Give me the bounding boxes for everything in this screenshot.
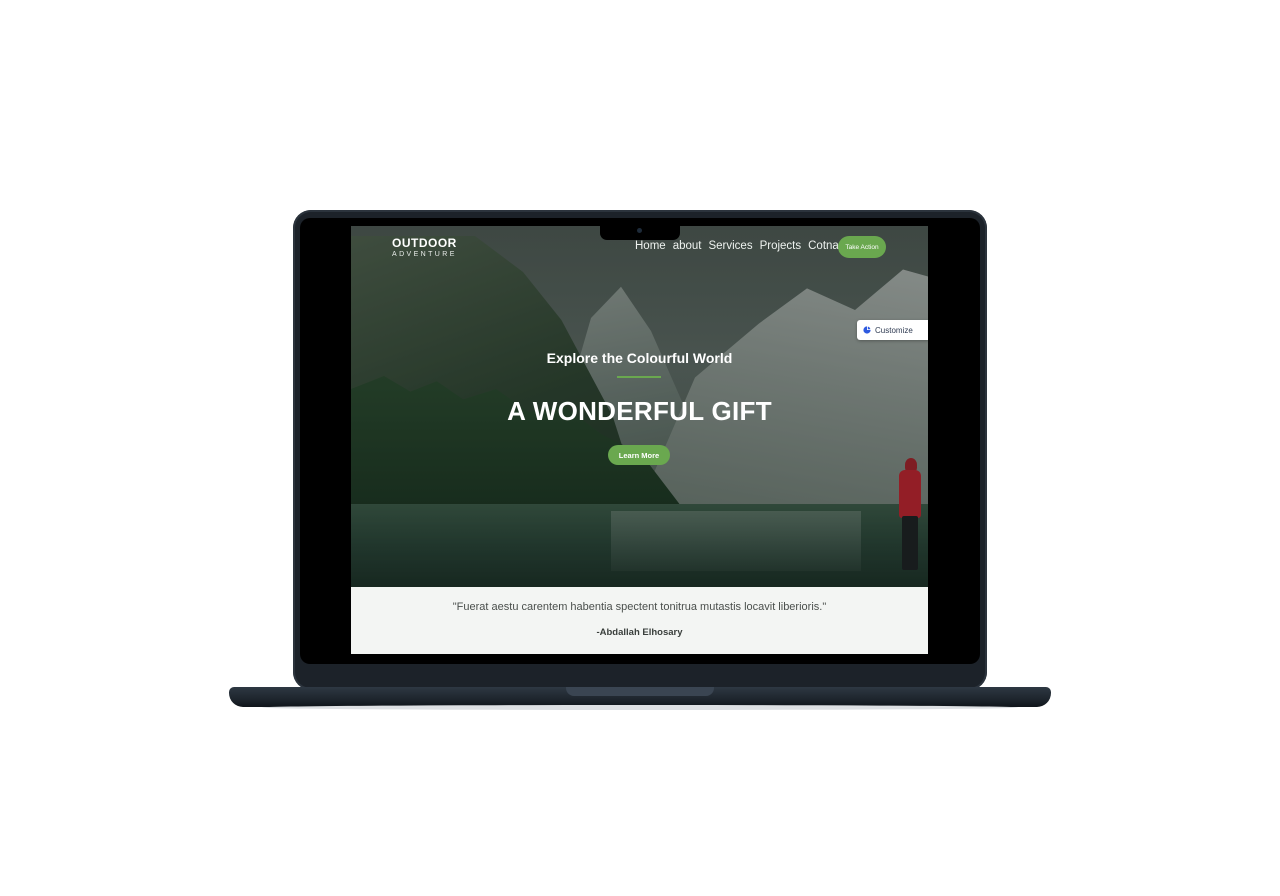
quote-text: "Fuerat aestu carentem habentia spectent… bbox=[452, 601, 827, 613]
laptop-shadow bbox=[262, 705, 1018, 710]
nav-link-projects[interactable]: Projects bbox=[760, 240, 802, 252]
nav-link-services[interactable]: Services bbox=[708, 240, 752, 252]
nav-link-about[interactable]: about bbox=[673, 240, 702, 252]
hero-subtitle: Explore the Colourful World bbox=[546, 350, 733, 366]
customize-button[interactable]: Customize bbox=[857, 320, 928, 340]
take-action-button[interactable]: Take Action bbox=[838, 236, 886, 258]
camera-icon bbox=[637, 228, 642, 233]
learn-more-button[interactable]: Learn More bbox=[608, 445, 670, 465]
nav-link-home[interactable]: Home bbox=[635, 240, 666, 252]
brand-title: OUTDOOR bbox=[392, 236, 457, 250]
laptop-opening-groove bbox=[566, 687, 714, 696]
brand-logo[interactable]: OUTDOOR ADVENTURE bbox=[392, 236, 457, 258]
main-nav: Home about Services Projects Cotnact bbox=[635, 240, 848, 252]
quote-author: -Abdallah Elhosary bbox=[596, 627, 683, 638]
brand-subtitle: ADVENTURE bbox=[392, 251, 457, 258]
hero-divider bbox=[617, 376, 661, 378]
quote-section bbox=[351, 587, 928, 654]
hero-title: A WONDERFUL GIFT bbox=[507, 396, 772, 426]
website-screen: OUTDOOR ADVENTURE Home about Services Pr… bbox=[351, 226, 928, 654]
customize-icon bbox=[863, 326, 871, 334]
customize-label: Customize bbox=[875, 325, 913, 335]
camera-notch bbox=[600, 226, 680, 240]
